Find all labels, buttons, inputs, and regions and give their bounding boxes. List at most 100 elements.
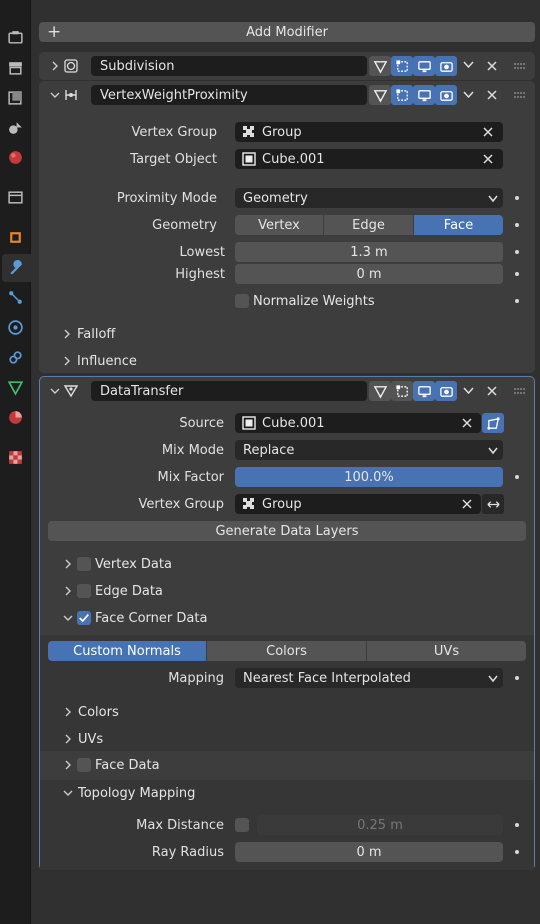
mix-mode-dropdown[interactable]: Replace	[235, 440, 503, 460]
chevron-right-icon[interactable]	[62, 759, 74, 771]
keyframe-dot-icon[interactable]	[515, 299, 519, 303]
clear-icon[interactable]	[481, 152, 495, 166]
drag-handle-icon[interactable]	[513, 62, 527, 70]
influence-panel-label[interactable]: Influence	[77, 354, 137, 369]
chevron-right-icon[interactable]	[62, 558, 74, 570]
keyframe-dot-icon[interactable]	[515, 823, 519, 827]
face-data-checkbox[interactable]	[77, 758, 91, 772]
edit-mode-icon[interactable]	[391, 381, 413, 401]
chevron-down-icon[interactable]	[49, 385, 61, 397]
mix-factor-slider[interactable]: 100.0%	[235, 467, 503, 487]
scene-icon[interactable]	[6, 118, 25, 137]
viewport-display-icon[interactable]	[413, 56, 435, 76]
keyframe-dot-icon[interactable]	[515, 850, 519, 854]
physics-icon[interactable]	[6, 318, 25, 337]
colors-panel-label[interactable]: Colors	[78, 705, 119, 720]
source-object-field[interactable]: Cube.001	[235, 413, 481, 433]
material-icon[interactable]	[6, 408, 25, 427]
chevron-right-icon[interactable]	[61, 328, 73, 340]
chevron-down-icon[interactable]	[49, 89, 61, 101]
face-corner-data-label[interactable]: Face Corner Data	[95, 611, 207, 626]
vwp-name-field[interactable]: VertexWeightProximity	[91, 85, 367, 105]
chevron-down-icon[interactable]	[62, 787, 74, 799]
ray-radius-field[interactable]: 0 m	[235, 842, 503, 862]
close-icon[interactable]	[485, 88, 499, 102]
keyframe-dot-icon[interactable]	[515, 676, 519, 680]
edit-mode-icon[interactable]	[391, 56, 413, 76]
chevron-down-icon[interactable]	[463, 387, 474, 395]
chevron-down-icon[interactable]	[463, 61, 474, 69]
highest-slider[interactable]: 0 m	[235, 264, 503, 284]
geometry-option-vertex[interactable]: Vertex	[235, 215, 324, 235]
dt-vertex-group-field[interactable]: Group	[235, 494, 481, 514]
keyframe-dot-icon[interactable]	[515, 250, 519, 254]
viewport-display-icon[interactable]	[413, 381, 435, 401]
chevron-down-icon[interactable]	[463, 91, 474, 99]
object-transform-icon[interactable]	[482, 413, 504, 433]
close-icon[interactable]	[485, 59, 499, 73]
data-icon[interactable]	[6, 378, 25, 397]
tab-uvs[interactable]: UVs	[367, 641, 526, 661]
chevron-right-icon[interactable]	[62, 706, 74, 718]
chevron-right-icon[interactable]	[62, 733, 74, 745]
texture-icon[interactable]	[6, 448, 25, 467]
particles-icon[interactable]	[6, 288, 25, 307]
lowest-slider[interactable]: 1.3 m	[235, 242, 503, 262]
vertex-group-field[interactable]: Group	[235, 122, 503, 142]
object-icon[interactable]	[6, 228, 25, 247]
chevron-right-icon[interactable]	[49, 60, 61, 72]
normalize-weights-checkbox[interactable]	[235, 294, 249, 308]
dt-name-field[interactable]: DataTransfer	[91, 381, 367, 401]
generate-data-layers-button[interactable]: Generate Data Layers	[48, 521, 526, 541]
chevron-down-icon[interactable]	[62, 612, 74, 624]
add-modifier-button[interactable]: + Add Modifier	[39, 22, 535, 42]
keyframe-dot-icon[interactable]	[515, 223, 519, 227]
subdivision-name-field[interactable]: Subdivision	[91, 56, 367, 76]
render-icon[interactable]	[6, 28, 25, 47]
max-distance-checkbox[interactable]	[235, 818, 249, 832]
render-camera-icon[interactable]	[435, 56, 457, 76]
edit-mode-icon[interactable]	[391, 85, 413, 105]
tab-custom-normals[interactable]: Custom Normals	[48, 641, 207, 661]
chevron-right-icon[interactable]	[62, 585, 74, 597]
on-cage-icon[interactable]	[369, 85, 391, 105]
constraints-icon[interactable]	[6, 348, 25, 367]
modifier-icon[interactable]	[2, 254, 31, 282]
face-data-label[interactable]: Face Data	[95, 758, 160, 773]
topology-mapping-label[interactable]: Topology Mapping	[78, 786, 195, 801]
output-icon[interactable]	[6, 58, 25, 77]
max-distance-field[interactable]: 0.25 m	[257, 815, 503, 835]
close-icon[interactable]	[485, 384, 499, 398]
drag-handle-icon[interactable]	[513, 91, 527, 99]
clear-icon[interactable]	[460, 416, 474, 430]
geometry-option-face[interactable]: Face	[414, 215, 503, 235]
render-camera-icon[interactable]	[435, 85, 457, 105]
viewport-display-icon[interactable]	[413, 85, 435, 105]
keyframe-dot-icon[interactable]	[515, 272, 519, 276]
keyframe-dot-icon[interactable]	[515, 475, 519, 479]
invert-arrows-icon[interactable]	[482, 494, 504, 514]
target-object-field[interactable]: Cube.001	[235, 149, 503, 169]
view-layer-icon[interactable]	[6, 88, 25, 107]
world-icon[interactable]	[6, 148, 25, 167]
geometry-option-edge[interactable]: Edge	[324, 215, 414, 235]
clear-icon[interactable]	[481, 125, 495, 139]
clear-icon[interactable]	[460, 497, 474, 511]
mapping-dropdown[interactable]: Nearest Face Interpolated	[235, 668, 503, 688]
drag-handle-icon[interactable]	[513, 387, 527, 395]
vertex-data-checkbox[interactable]	[77, 557, 91, 571]
keyframe-dot-icon[interactable]	[515, 196, 519, 200]
vertex-data-label[interactable]: Vertex Data	[95, 557, 172, 572]
collection-icon[interactable]	[6, 188, 25, 207]
edge-data-checkbox[interactable]	[77, 584, 91, 598]
on-cage-icon[interactable]	[369, 56, 391, 76]
tab-colors[interactable]: Colors	[207, 641, 367, 661]
on-cage-icon[interactable]	[369, 381, 391, 401]
edge-data-label[interactable]: Edge Data	[95, 584, 163, 599]
uvs-panel-label[interactable]: UVs	[78, 732, 103, 747]
face-corner-data-checkbox[interactable]	[77, 611, 91, 625]
chevron-right-icon[interactable]	[61, 355, 73, 367]
render-camera-icon[interactable]	[435, 381, 457, 401]
proximity-mode-dropdown[interactable]: Geometry	[235, 188, 503, 208]
falloff-panel-label[interactable]: Falloff	[77, 327, 115, 342]
